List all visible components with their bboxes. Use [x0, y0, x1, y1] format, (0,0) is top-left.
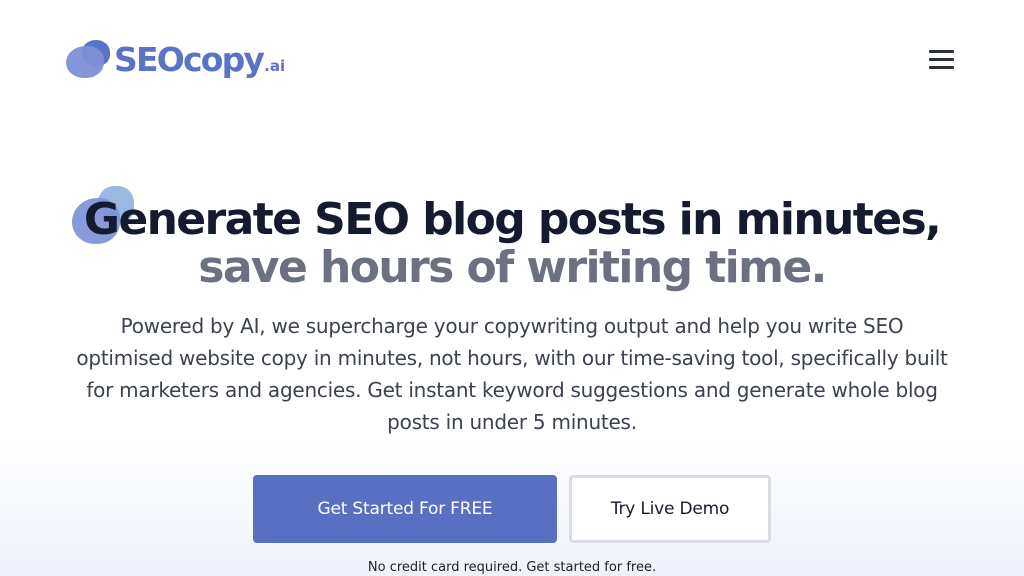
- landing-page: SEOcopy .ai Generate SEO blog posts in m…: [0, 0, 1024, 576]
- hero-description: Powered by AI, we supercharge your copyw…: [76, 314, 948, 434]
- get-started-button[interactable]: Get Started For FREE: [253, 475, 557, 543]
- no-credit-card-note: No credit card required. Get started for…: [367, 560, 657, 575]
- live-demo-button[interactable]: Try Live Demo: [569, 475, 771, 543]
- hamburger-menu-icon[interactable]: [928, 47, 955, 71]
- logo-text: SEOcopy: [114, 39, 265, 79]
- logo-link[interactable]: SEOcopy .ai: [66, 38, 306, 82]
- headline-line1: Generate SEO blog posts in minutes,: [83, 194, 942, 245]
- headline-line2: save hours of writing time.: [198, 242, 827, 293]
- site-header: SEOcopy .ai: [0, 0, 1024, 120]
- logo-suffix: .ai: [264, 57, 286, 75]
- hero-headline: Generate SEO blog posts in minutes, save…: [0, 196, 1024, 292]
- logo-mark-icon: [66, 40, 112, 80]
